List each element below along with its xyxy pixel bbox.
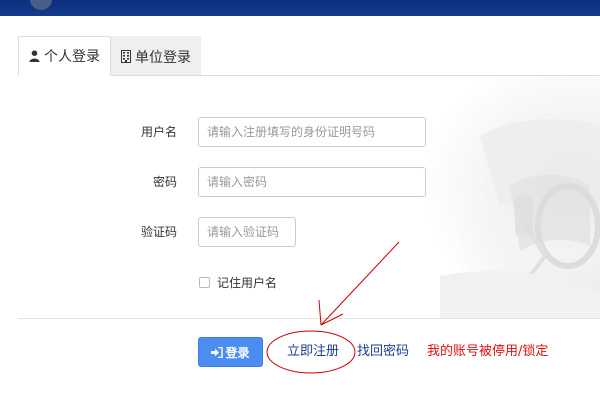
register-link[interactable]: 立即注册 (287, 343, 339, 361)
captcha-input[interactable] (198, 217, 296, 247)
account-locked-link[interactable]: 我的账号被停用/锁定 (427, 343, 548, 361)
building-icon (121, 50, 131, 63)
tab-personal-login-label: 个人登录 (44, 49, 100, 65)
remember-username-label: 记住用户名 (217, 276, 278, 290)
background-illustration (420, 76, 600, 318)
login-page: 个人登录 单位登录 用户名 密码 验证码 (0, 0, 600, 400)
login-button[interactable]: 登录 (198, 337, 263, 367)
username-input[interactable] (198, 117, 426, 147)
find-password-link[interactable]: 找回密码 (357, 343, 409, 361)
user-icon (29, 50, 40, 62)
captcha-label: 验证码 (140, 225, 177, 239)
remember-username-checkbox[interactable] (199, 277, 210, 288)
tab-organization-login-label: 单位登录 (135, 49, 191, 66)
logo (30, 0, 52, 10)
password-label: 密码 (152, 175, 177, 189)
tab-organization-login[interactable]: 单位登录 (111, 36, 201, 76)
remember-username[interactable]: 记住用户名 (199, 274, 277, 291)
password-input[interactable] (198, 167, 426, 197)
form-divider (18, 318, 600, 319)
login-tabs: 个人登录 单位登录 (18, 36, 201, 76)
header-bar (0, 0, 600, 16)
username-label: 用户名 (140, 125, 177, 139)
sign-in-icon (211, 346, 224, 358)
annotation-arrow (318, 241, 400, 326)
tab-personal-login[interactable]: 个人登录 (18, 36, 111, 76)
car-interior-illustration (440, 119, 600, 318)
login-button-label: 登录 (225, 345, 250, 360)
